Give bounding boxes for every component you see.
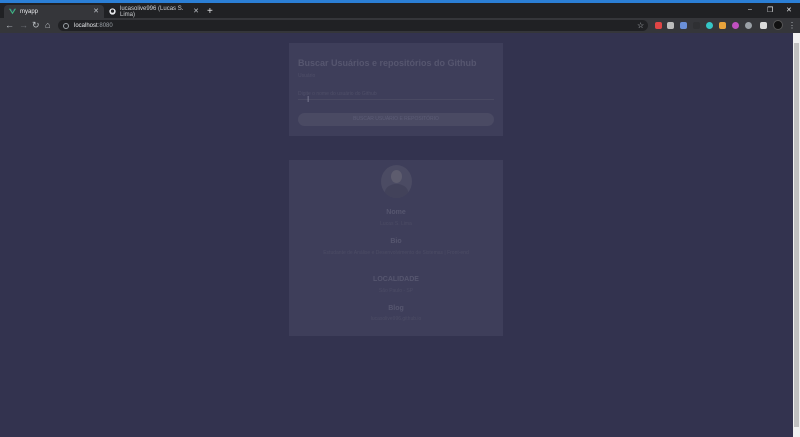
extension-icon[interactable]: [655, 22, 662, 29]
extension-icon[interactable]: [732, 22, 739, 29]
extension-icon[interactable]: [680, 22, 687, 29]
extensions-puzzle-icon[interactable]: [760, 22, 767, 29]
back-button[interactable]: ←: [5, 20, 14, 31]
url-host: localhost: [74, 22, 98, 29]
extension-icon[interactable]: [667, 22, 674, 29]
reload-button[interactable]: ↻: [32, 20, 40, 31]
address-bar[interactable]: localhost :8080: [58, 20, 648, 31]
site-info-icon[interactable]: [63, 22, 69, 29]
url-port: :8080: [97, 22, 113, 29]
search-title: Buscar Usuários e repositórios do Github: [298, 58, 477, 68]
home-button[interactable]: ⌂: [45, 20, 50, 31]
name-heading: Nome: [386, 209, 406, 216]
tab-close-icon[interactable]: ✕: [93, 7, 99, 15]
avatar-body: [385, 184, 408, 198]
bio-value: Estudante de Análise e Desenvolvimento d…: [323, 250, 469, 256]
search-subtitle: Usuário: [298, 73, 316, 79]
menu-kebab-icon[interactable]: ⋮: [788, 20, 796, 31]
tab-title: myapp: [20, 8, 39, 15]
search-button[interactable]: BUSCAR USUÁRIO E REPOSITÓRIO: [298, 113, 494, 126]
text-cursor-icon: I: [307, 95, 310, 104]
tab-github-profile[interactable]: lucasolive996 (Lucas S. Lima) ✕: [104, 5, 204, 18]
extension-icon[interactable]: [693, 22, 700, 29]
vue-logo-icon: [9, 8, 16, 15]
new-tab-button[interactable]: +: [207, 6, 213, 17]
username-input[interactable]: Digite o nome do usuário do Github: [298, 88, 494, 100]
blog-heading: Blog: [388, 305, 404, 312]
extension-icon[interactable]: [706, 22, 713, 29]
forward-button[interactable]: →: [19, 20, 28, 31]
search-card: Buscar Usuários e repositórios do Github…: [289, 43, 503, 136]
scrollbar-thumb[interactable]: [794, 43, 799, 427]
bio-heading: Bio: [390, 238, 402, 245]
tab-title: lucasolive996 (Lucas S. Lima): [120, 5, 184, 18]
window-close-button[interactable]: ✕: [786, 6, 792, 14]
extension-icon[interactable]: [745, 22, 752, 29]
avatar-head: [391, 170, 402, 183]
location-heading: LOCALIDADE: [373, 276, 419, 283]
tab-close-icon[interactable]: ✕: [193, 7, 199, 15]
minimize-button[interactable]: –: [748, 6, 752, 13]
blog-link[interactable]: lucasolive996.github.io: [289, 316, 503, 323]
tab-strip: myapp ✕ lucasolive996 (Lucas S. Lima) ✕ …: [0, 3, 800, 18]
profile-avatar-icon[interactable]: [773, 20, 783, 30]
bookmark-star-icon[interactable]: ☆: [637, 20, 644, 31]
profile-card: Nome Lucas S. Lima Bio Estudante de Anál…: [289, 160, 503, 336]
name-value: Lucas S. Lima: [380, 221, 412, 227]
tab-myapp[interactable]: myapp ✕: [4, 5, 104, 18]
maximize-button[interactable]: ❐: [767, 6, 773, 14]
location-value: São Paulo - SP: [378, 288, 414, 294]
github-logo-icon: [109, 8, 116, 15]
extension-icon[interactable]: [719, 22, 726, 29]
user-avatar: [381, 165, 412, 198]
browser-toolbar: ← → ↻ ⌂ localhost :8080 ☆ ⋮: [0, 18, 800, 33]
